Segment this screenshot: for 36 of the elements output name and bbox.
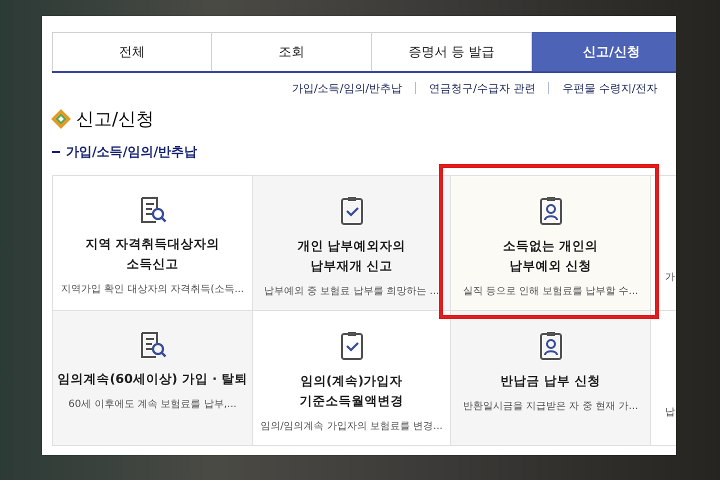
service-card[interactable]: 지역 자격취득대상자의 소득신고 지역가입 확인 대상자의 자격취득(소득... [53,176,253,311]
card-description: 반환일시금을 지급받은 자 중 현재 가... [462,400,638,413]
tab[interactable]: 조회 [212,32,372,71]
dash-icon [52,151,60,153]
card-description: 임의/임의계속 가입자의 보험료를 변경... [260,420,443,433]
card-title: 개인 납부예외자의 납부재개 신고 [297,237,406,275]
card-title: 임의계속(60세이상) 가입 · 탈퇴 [58,370,248,388]
card-description: 가 [665,271,675,284]
category-link[interactable]: 우편물 수령지/전자 [562,80,658,96]
card-description: 납 [665,406,675,419]
document-search-icon [138,196,166,224]
tab[interactable]: 증명서 등 발급 [372,32,532,71]
id-badge-person-icon [538,196,562,226]
document-search-icon [138,331,166,359]
id-badge-person-icon [538,331,562,361]
service-card[interactable]: 개인 납부예외자의 납부재개 신고 납부예외 중 보험료 납부를 희망하는 ... [253,176,451,311]
subsection-heading: 가입/소득/임의/반추납 [66,144,198,161]
card-description: 지역가입 확인 대상자의 자격취득(소득... [61,283,244,296]
service-card[interactable]: 반납금 납부 신청 반환일시금을 지급받은 자 중 현재 가... [451,311,651,446]
category-link[interactable]: 연금청구/수급자 관련 [429,80,536,96]
card-description: 60세 이후에도 계속 보험료를 납부,... [68,398,237,411]
card-title: 반납금 납부 신청 [500,372,600,390]
section-heading: 신고/신청 [76,108,154,131]
category-link[interactable]: 가입/소득/임의/반추납 [292,80,402,96]
card-title: 임의(계속)가입자 기준소득월액변경 [300,372,404,410]
tab[interactable]: 신고/신청 [532,32,676,71]
card-description: 실직 등으로 인해 보험료를 납부할 수... [462,285,638,298]
card-description: 납부예외 중 보험료 납부를 희망하는 ... [264,285,440,298]
clipboard-check-icon [340,331,364,361]
service-card[interactable]: 임의(계속)가입자 기준소득월액변경 임의/임의계속 가입자의 보험료를 변경... [253,311,451,446]
card-title: 지역 자격취득대상자의 소득신고 [85,235,220,273]
service-card[interactable]: 소득없는 개인의 납부예외 신청 실직 등으로 인해 보험료를 납부할 수... [451,176,651,311]
tab[interactable]: 전체 [52,32,212,71]
card-title: 소득없는 개인의 납부예외 신청 [502,237,598,275]
service-card[interactable]: 임의계속(60세이상) 가입 · 탈퇴 60세 이후에도 계속 보험료를 납부,... [53,311,253,446]
clipboard-check-icon [340,196,364,226]
